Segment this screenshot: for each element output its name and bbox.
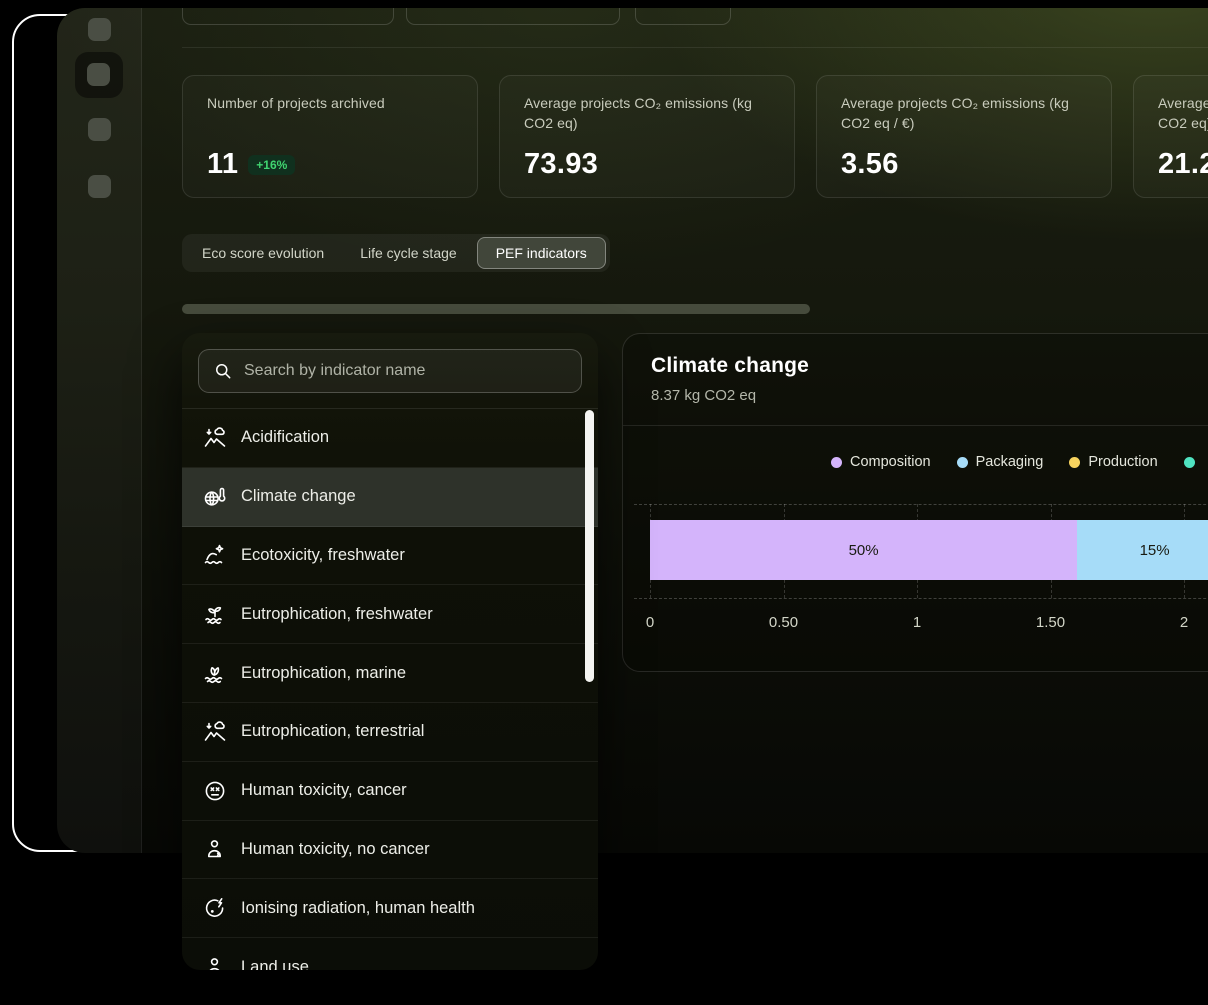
indicator-list-item[interactable]: Eutrophication, terrestrial xyxy=(182,703,598,762)
indicator-list-item[interactable]: Eutrophication, freshwater xyxy=(182,585,598,644)
tab-pef-indicators[interactable]: PEF indicators xyxy=(477,237,606,269)
person-x-icon xyxy=(203,837,227,861)
indicator-popover: Acidification Climate change Ecotoxicity… xyxy=(182,333,598,970)
bar-segment-packaging[interactable]: 15% xyxy=(1077,520,1208,580)
indicator-list-item[interactable]: Ecotoxicity, freshwater xyxy=(182,527,598,586)
search-icon xyxy=(213,361,233,381)
stat-card-badge: +16% xyxy=(248,155,295,175)
vertical-scrollbar-thumb[interactable] xyxy=(585,410,594,682)
filter-control-clipped[interactable] xyxy=(182,8,394,25)
x-axis-tick: 1 xyxy=(913,614,921,631)
indicator-list-item[interactable]: Eutrophication, marine xyxy=(182,644,598,703)
person-x-icon xyxy=(203,955,227,970)
sidebar-nav-item-active[interactable] xyxy=(75,52,123,98)
indicator-label: Eutrophication, marine xyxy=(241,664,406,683)
sidebar-nav-icon[interactable] xyxy=(88,175,111,198)
nav-sidebar xyxy=(57,8,142,853)
indicator-label: Eutrophication, freshwater xyxy=(241,605,433,624)
indicator-label: Human toxicity, no cancer xyxy=(241,840,430,859)
indicator-label: Ecotoxicity, freshwater xyxy=(241,546,405,565)
tab-life-cycle-stage[interactable]: Life cycle stage xyxy=(342,236,475,270)
stat-card-value: 73.93 xyxy=(524,148,598,181)
sidebar-nav-icon[interactable] xyxy=(88,118,111,141)
stat-card-label: Number of projects archived xyxy=(207,93,453,113)
filter-control-clipped[interactable] xyxy=(406,8,620,25)
indicator-label: Land use xyxy=(241,958,309,970)
gridline-horizontal xyxy=(634,598,1208,599)
sidebar-nav-icon[interactable] xyxy=(88,18,111,41)
chart-panel: Climate change 8.37 kg CO2 eq Compositio… xyxy=(622,333,1208,672)
stat-card-value: 11 xyxy=(207,148,238,181)
x-axis-tick: 1.50 xyxy=(1036,614,1065,631)
bar-segment-composition[interactable]: 50% xyxy=(650,520,1077,580)
page: { "stat_cards": [ { "label": "Number of … xyxy=(0,0,1208,1005)
stat-card: Average projects CO₂ emissions (kg CO2 e… xyxy=(499,75,795,198)
indicator-label: Acidification xyxy=(241,428,329,447)
water-sparkle-icon xyxy=(203,543,227,567)
face-x-eyes-icon xyxy=(203,779,227,803)
indicator-label: Climate change xyxy=(241,487,356,506)
stat-card: Average projects CO₂ emissions (kg CO2 e… xyxy=(816,75,1112,198)
x-axis-tick: 0 xyxy=(646,614,654,631)
plant-waves-icon xyxy=(203,661,227,685)
radiation-icon xyxy=(203,896,227,920)
indicator-search[interactable] xyxy=(198,349,582,393)
indicator-label: Eutrophication, terrestrial xyxy=(241,722,424,741)
bar-chart: 0 0.50 1 1.50 2 50%15% xyxy=(623,334,1208,671)
stat-cards: Number of projects archived 11 +16% Aver… xyxy=(182,75,1208,198)
stat-card: Average projects CO₂ emissions (kg CO2 e… xyxy=(1133,75,1208,198)
indicator-list: Acidification Climate change Ecotoxicity… xyxy=(182,408,598,970)
acid-rain-icon xyxy=(203,426,227,450)
stat-card-label: Average projects CO₂ emissions (kg CO2 e… xyxy=(524,93,770,134)
gridline-horizontal xyxy=(634,504,1208,505)
tab-eco-score-evolution[interactable]: Eco score evolution xyxy=(184,236,342,270)
horizontal-scrollbar-thumb[interactable] xyxy=(182,304,810,314)
indicator-list-item[interactable]: Climate change xyxy=(182,468,598,527)
header-divider xyxy=(182,47,1208,48)
indicator-list-item[interactable]: Human toxicity, no cancer xyxy=(182,821,598,880)
stat-card-label: Average projects CO₂ emissions (kg CO2 e… xyxy=(841,93,1087,134)
x-axis-tick: 0.50 xyxy=(769,614,798,631)
indicator-label: Human toxicity, cancer xyxy=(241,781,407,800)
filter-control-clipped[interactable] xyxy=(635,8,731,25)
stat-card-label: Average projects CO₂ emissions (kg CO2 e… xyxy=(1158,93,1208,134)
sidebar-nav-icon xyxy=(87,63,110,86)
indicator-list-item[interactable]: Ionising radiation, human health xyxy=(182,879,598,938)
acid-rain-icon xyxy=(203,720,227,744)
indicator-list-item[interactable]: Land use xyxy=(182,938,598,970)
chart-tabs: Eco score evolutionLife cycle stagePEF i… xyxy=(182,234,610,272)
stat-card: Number of projects archived 11 +16% xyxy=(182,75,478,198)
plant-water-icon xyxy=(203,602,227,626)
stat-card-value: 21.2 xyxy=(1158,148,1208,181)
indicator-list-item[interactable]: Human toxicity, cancer xyxy=(182,762,598,821)
x-axis-tick: 2 xyxy=(1180,614,1188,631)
indicator-label: Ionising radiation, human health xyxy=(241,899,475,918)
indicator-list-item[interactable]: Acidification xyxy=(182,409,598,468)
search-input[interactable] xyxy=(244,362,567,380)
stat-card-value: 3.56 xyxy=(841,148,899,181)
globe-thermometer-icon xyxy=(203,485,227,509)
